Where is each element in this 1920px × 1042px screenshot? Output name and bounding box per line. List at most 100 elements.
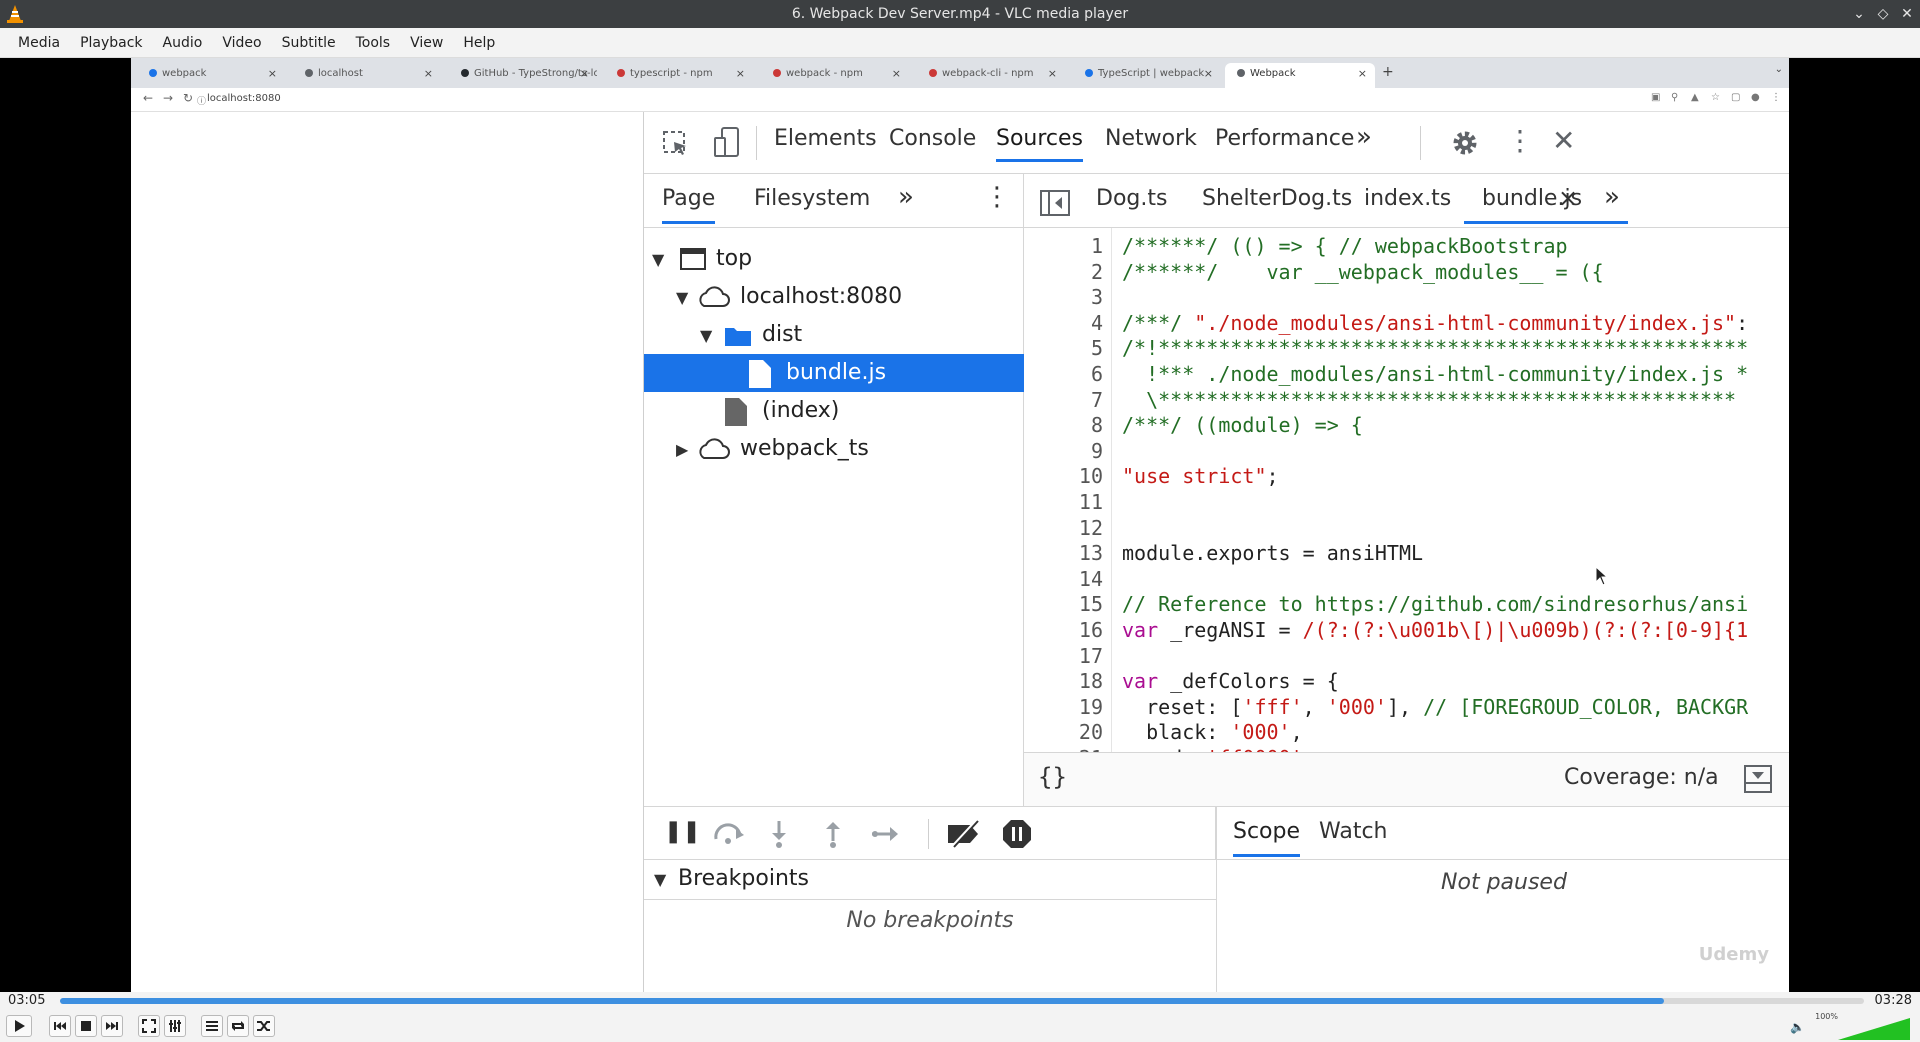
file-tab-index-ts[interactable]: index.ts — [1364, 186, 1451, 221]
tab-close-icon[interactable]: × — [1048, 67, 1057, 80]
expand-triangle-icon[interactable]: ▼ — [652, 250, 664, 269]
tab-page[interactable]: Page — [662, 186, 716, 224]
menu-playback[interactable]: Playback — [72, 31, 150, 55]
line-number[interactable]: 11 — [1043, 490, 1103, 516]
step-over-icon[interactable] — [712, 821, 746, 845]
menu-tools[interactable]: Tools — [348, 31, 399, 55]
code-line[interactable]: /******/ (() => { // webpackBootstrap — [1122, 234, 1568, 260]
line-number[interactable]: 10 — [1043, 464, 1103, 490]
volume-slider[interactable] — [1838, 1018, 1910, 1040]
line-number[interactable]: 5 — [1043, 336, 1103, 362]
info-icon[interactable]: ⓘ — [197, 94, 206, 107]
inspect-element-icon[interactable] — [662, 130, 690, 158]
browser-tab[interactable]: webpack × — [137, 63, 285, 88]
line-number[interactable]: 18 — [1043, 669, 1103, 695]
line-number[interactable]: 7 — [1043, 388, 1103, 414]
browser-tab[interactable]: localhost × — [293, 63, 441, 88]
back-icon[interactable]: ← — [143, 91, 153, 105]
more-tabs-icon[interactable]: » — [898, 182, 914, 222]
file-tab-shelterdog-ts[interactable]: ShelterDog.ts — [1202, 186, 1352, 221]
browser-tab[interactable]: webpack - npm × — [761, 63, 909, 88]
seek-bar[interactable] — [60, 998, 1864, 1004]
line-number[interactable]: 19 — [1043, 695, 1103, 721]
code-line[interactable]: /*!*************************************… — [1122, 336, 1748, 362]
reload-icon[interactable]: ↻ — [183, 91, 193, 105]
tree-item-bundle-js[interactable]: bundle.js — [644, 354, 1024, 392]
deactivate-breakpoints-icon[interactable] — [946, 819, 982, 849]
tab-elements[interactable]: Elements — [774, 126, 877, 159]
close-devtools-icon[interactable]: ✕ — [1552, 124, 1575, 157]
code-line[interactable]: // Reference to https://github.com/sindr… — [1122, 592, 1748, 618]
step-out-icon[interactable] — [822, 819, 844, 849]
expand-triangle-icon[interactable]: ▼ — [676, 288, 688, 307]
line-number[interactable]: 1 — [1043, 234, 1103, 260]
line-number[interactable]: 17 — [1043, 644, 1103, 670]
collapse-triangle-icon[interactable]: ▶ — [676, 440, 688, 459]
code-line[interactable]: reset: ['fff', '000'], // [FOREGROUD_COL… — [1122, 695, 1748, 721]
tree-item-index[interactable]: (index) — [644, 392, 1024, 430]
url-field[interactable]: localhost:8080 — [207, 93, 281, 104]
next-button[interactable] — [101, 1015, 123, 1037]
tree-item-host[interactable]: ▼ localhost:8080 — [644, 278, 1024, 316]
browser-tab[interactable]: GitHub - TypeStrong/ts-loade× — [449, 63, 597, 88]
browser-tab[interactable]: webpack-cli - npm × — [917, 63, 1065, 88]
profile-avatar-icon[interactable]: ● — [1751, 92, 1761, 104]
extension-icon[interactable]: ▣ — [1651, 92, 1661, 104]
collapse-triangle-icon[interactable]: ▼ — [654, 870, 666, 889]
loop-button[interactable] — [227, 1015, 249, 1037]
line-number[interactable]: 16 — [1043, 618, 1103, 644]
tree-item-webpack-ts[interactable]: ▶ webpack_ts — [644, 430, 1024, 468]
line-number[interactable]: 13 — [1043, 541, 1103, 567]
menu-view[interactable]: View — [402, 31, 451, 55]
tab-scope[interactable]: Scope — [1233, 819, 1301, 857]
breakpoints-section-header[interactable]: ▼ Breakpoints — [644, 860, 1216, 900]
close-icon[interactable]: ✕ — [1900, 4, 1914, 24]
tab-close-icon[interactable]: × — [1204, 67, 1213, 80]
step-icon[interactable] — [870, 823, 902, 845]
code-line[interactable]: module.exports = ansiHTML — [1122, 541, 1423, 567]
line-number[interactable]: 20 — [1043, 720, 1103, 746]
line-number[interactable]: 4 — [1043, 311, 1103, 337]
line-number[interactable]: 2 — [1043, 260, 1103, 286]
extended-settings-button[interactable] — [164, 1015, 186, 1037]
tab-sources[interactable]: Sources — [996, 126, 1084, 162]
code-line[interactable]: /***/ "./node_modules/ansi-html-communit… — [1122, 311, 1748, 337]
video-area[interactable]: webpack × localhost × GitHub - TypeStrong/… — [0, 58, 1920, 992]
tab-search-icon[interactable]: ⌄ — [1775, 64, 1783, 75]
file-tab-dog-ts[interactable]: Dog.ts — [1096, 186, 1167, 221]
navigator-menu-icon[interactable]: ⋮ — [984, 182, 1010, 222]
browser-tab[interactable]: typescript - npm × — [605, 63, 753, 88]
tab-filesystem[interactable]: Filesystem — [754, 186, 870, 221]
pause-on-exceptions-icon[interactable] — [1002, 819, 1032, 849]
step-into-icon[interactable] — [768, 819, 790, 849]
more-panels-icon[interactable]: » — [1356, 122, 1372, 160]
code-line[interactable]: black: '000', — [1122, 720, 1303, 746]
settings-gear-icon[interactable] — [1450, 128, 1480, 158]
code-view[interactable]: 12345678910111213141516171819202122 /***… — [1024, 228, 1789, 752]
tab-close-icon[interactable]: × — [580, 67, 589, 80]
code-line[interactable]: /******/ var __webpack_modules__ = ({ — [1122, 260, 1604, 286]
line-number[interactable]: 3 — [1043, 285, 1103, 311]
line-number[interactable]: 15 — [1043, 592, 1103, 618]
more-options-icon[interactable]: ⋮ — [1506, 124, 1534, 157]
pause-icon[interactable]: ❚❚ — [664, 819, 701, 844]
drawer-toggle-icon[interactable] — [1744, 765, 1772, 793]
tab-watch[interactable]: Watch — [1319, 819, 1388, 844]
tab-close-icon[interactable]: × — [268, 67, 277, 80]
code-line[interactable]: \***************************************… — [1122, 388, 1736, 414]
browser-menu-icon[interactable]: ⋮ — [1771, 92, 1781, 104]
sidebar-icon[interactable]: ▢ — [1731, 92, 1741, 104]
browser-tab-active[interactable]: Webpack × — [1225, 63, 1375, 88]
menu-subtitle[interactable]: Subtitle — [274, 31, 344, 55]
maximize-icon[interactable]: ◇ — [1876, 4, 1890, 24]
toggle-navigator-icon[interactable] — [1040, 190, 1070, 216]
code-line[interactable]: var _regANSI = /(?:(?:\u001b\[)|\u009b)(… — [1122, 618, 1748, 644]
expand-triangle-icon[interactable]: ▼ — [700, 326, 712, 345]
menu-audio[interactable]: Audio — [155, 31, 211, 55]
line-number[interactable]: 9 — [1043, 439, 1103, 465]
tab-close-icon[interactable]: × — [424, 67, 433, 80]
code-line[interactable]: !*** ./node_modules/ansi-html-community/… — [1122, 362, 1748, 388]
code-line[interactable]: /***/ ((module) => { — [1122, 413, 1363, 439]
line-number-gutter[interactable]: 12345678910111213141516171819202122 — [1024, 228, 1112, 752]
tab-close-icon[interactable]: × — [736, 67, 745, 80]
